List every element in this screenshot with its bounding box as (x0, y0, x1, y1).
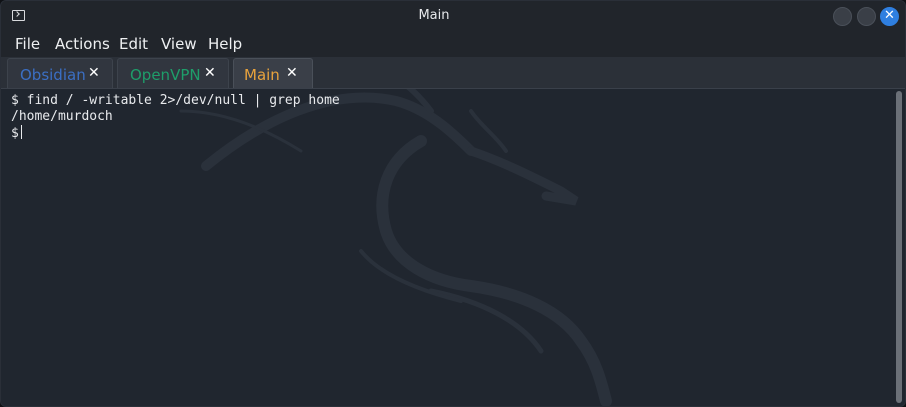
text-cursor (20, 125, 22, 139)
tab-main[interactable]: Main ✕ (233, 58, 313, 88)
title-bar[interactable]: Main ✕ (1, 1, 905, 31)
tab-close-icon[interactable]: ✕ (286, 65, 298, 81)
terminal-line: $ find / -writable 2>/dev/null | grep ho… (11, 93, 340, 108)
tab-openvpn[interactable]: OpenVPN ✕ (117, 58, 229, 88)
tab-close-icon[interactable]: ✕ (204, 65, 216, 81)
terminal-prompt-line: $ (11, 125, 22, 141)
menu-edit[interactable]: Edit (119, 35, 148, 53)
menu-file[interactable]: File (15, 35, 40, 53)
terminal-prompt: $ (11, 126, 19, 141)
window-title: Main (418, 8, 450, 23)
maximize-button[interactable] (857, 7, 876, 26)
terminal-window: Main ✕ File Actions Edit View Help Obsid… (0, 0, 906, 407)
tab-obsidian[interactable]: Obsidian ✕ (7, 58, 113, 88)
tab-label: Obsidian (20, 66, 86, 84)
menu-help[interactable]: Help (208, 35, 242, 53)
tab-close-icon[interactable]: ✕ (88, 65, 100, 81)
vertical-scrollbar[interactable] (896, 91, 902, 403)
terminal-line: /home/murdoch (11, 109, 113, 124)
terminal-output-area[interactable]: $ find / -writable 2>/dev/null | grep ho… (1, 89, 905, 406)
menu-bar: File Actions Edit View Help (1, 31, 905, 57)
tab-bar: Obsidian ✕ OpenVPN ✕ Main ✕ (1, 57, 905, 89)
minimize-button[interactable] (833, 7, 852, 26)
tab-label: Main (244, 66, 280, 84)
tab-label: OpenVPN (130, 66, 201, 84)
kali-dragon-watermark-icon (179, 89, 612, 406)
menu-actions[interactable]: Actions (55, 35, 110, 53)
close-icon: ✕ (884, 8, 895, 23)
close-window-button[interactable]: ✕ (880, 7, 899, 26)
menu-view[interactable]: View (161, 35, 197, 53)
